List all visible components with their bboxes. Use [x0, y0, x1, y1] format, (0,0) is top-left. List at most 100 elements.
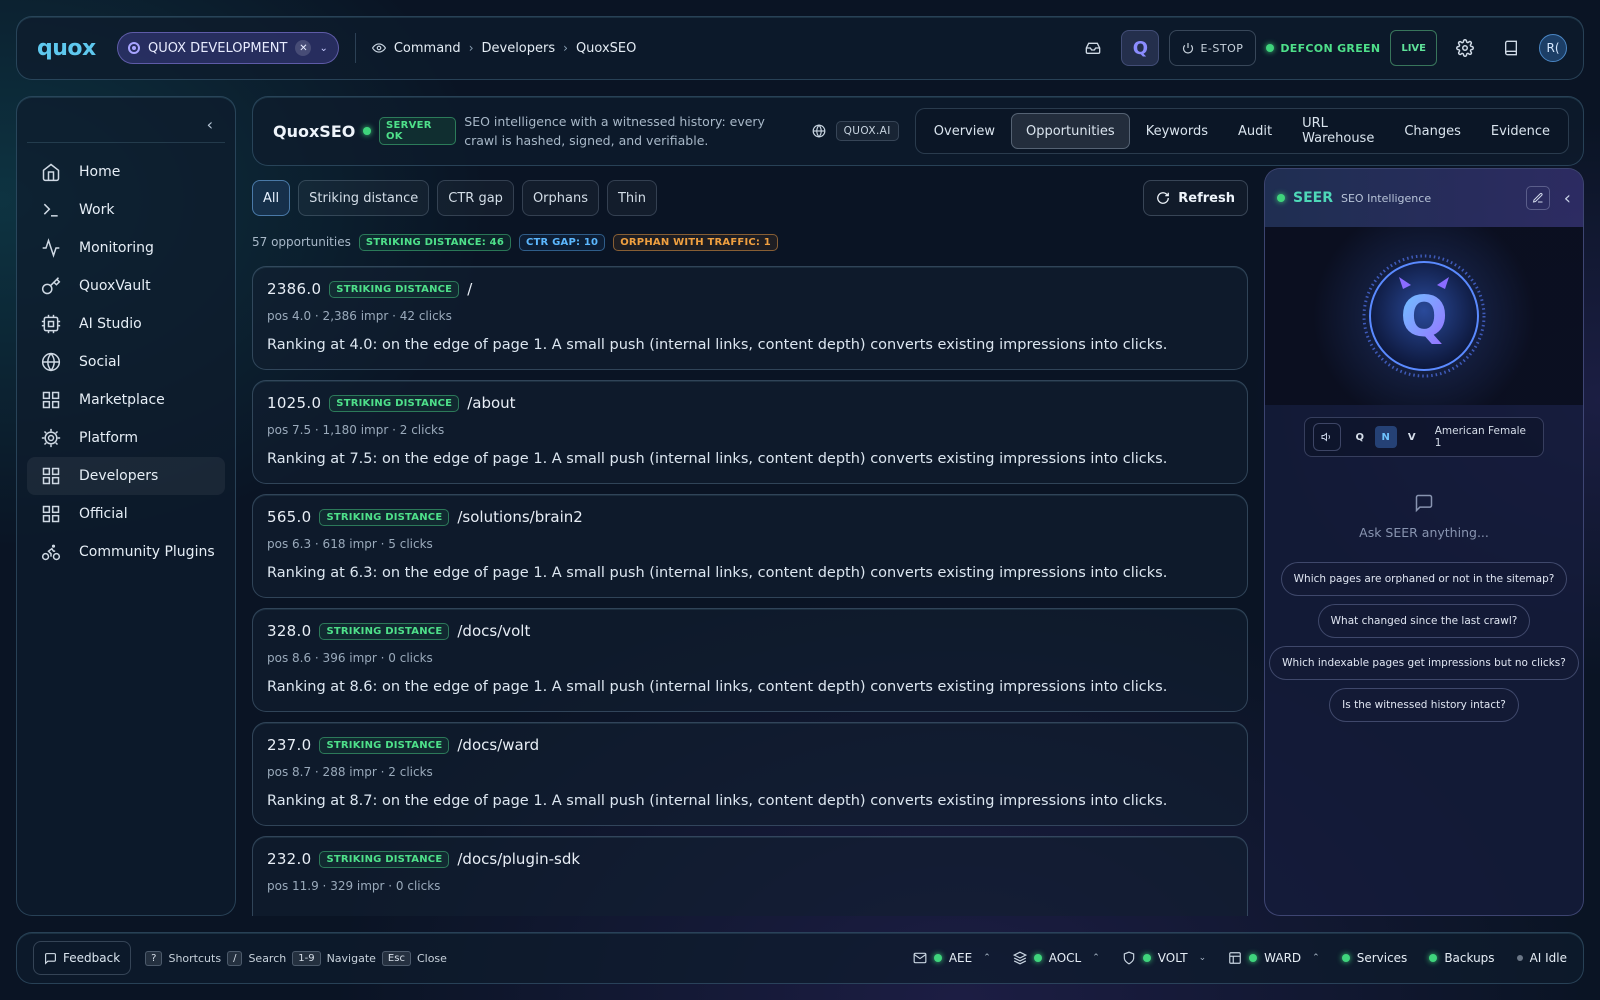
tab-keywords[interactable]: Keywords: [1132, 113, 1222, 149]
opportunity-reason: Ranking at 7.5: on the edge of page 1. A…: [267, 451, 1168, 467]
breadcrumb-quoxseo[interactable]: QuoxSEO: [576, 41, 636, 56]
sidebar-item-work[interactable]: Work: [27, 191, 225, 229]
quox-assistant-button[interactable]: Q: [1121, 30, 1160, 66]
filter-ctr-gap[interactable]: CTR gap: [437, 180, 514, 216]
sidebar-item-marketplace[interactable]: Marketplace: [27, 381, 225, 419]
voice-mode-q[interactable]: Q: [1349, 426, 1371, 448]
voice-mode-selector: Q N V: [1349, 426, 1423, 448]
shortcut-label[interactable]: Shortcuts: [168, 952, 221, 965]
filter-striking-distance[interactable]: Striking distance: [298, 180, 430, 216]
tab-evidence[interactable]: Evidence: [1477, 113, 1564, 149]
chevron-left-icon[interactable]: ‹: [1564, 188, 1571, 209]
seer-suggestion[interactable]: What changed since the last crawl?: [1317, 604, 1531, 638]
chevron-down-icon[interactable]: ⌄: [319, 43, 327, 54]
opportunity-path[interactable]: /docs/volt: [457, 622, 530, 640]
breadcrumb: Command › Developers › QuoxSEO: [371, 41, 636, 56]
service-label: WARD: [1264, 951, 1302, 965]
opportunity-path[interactable]: /solutions/brain2: [457, 508, 582, 526]
workspace-selector[interactable]: QUOX DEVELOPMENT ✕ ⌄: [117, 32, 339, 64]
service-status-bar: AEE ⌃ AOCL ⌃ VOLT ⌄ WARD ⌃ Services Back: [913, 951, 1567, 965]
edit-icon[interactable]: [1525, 186, 1550, 210]
chevron-left-icon[interactable]: ‹: [207, 115, 213, 134]
user-avatar[interactable]: R(: [1539, 34, 1567, 62]
tab-opportunities[interactable]: Opportunities: [1010, 113, 1130, 149]
opportunity-path[interactable]: /: [467, 280, 472, 298]
opportunity-card[interactable]: 328.0 STRIKING DISTANCE /docs/volt pos 8…: [252, 608, 1248, 712]
voice-mode-n[interactable]: N: [1374, 426, 1397, 448]
tab-url-warehouse[interactable]: URL Warehouse: [1288, 113, 1388, 149]
feedback-button[interactable]: Feedback: [33, 941, 132, 975]
gear-icon[interactable]: [1447, 30, 1483, 66]
speaker-icon[interactable]: [1313, 423, 1341, 451]
chevron-up-icon[interactable]: ⌃: [983, 953, 991, 963]
sidebar-item-community-plugins[interactable]: Community Plugins: [27, 533, 225, 571]
sidebar-item-home[interactable]: Home: [27, 153, 225, 191]
opportunity-path[interactable]: /docs/ward: [457, 736, 539, 754]
refresh-button[interactable]: Refresh: [1143, 180, 1248, 216]
eye-icon: [371, 41, 386, 55]
tab-changes[interactable]: Changes: [1390, 113, 1475, 149]
breadcrumb-command[interactable]: Command: [394, 41, 461, 56]
voice-mode-v[interactable]: V: [1401, 426, 1423, 448]
sidebar-item-official[interactable]: Official: [27, 495, 225, 533]
opportunity-score: 1025.0: [267, 394, 322, 412]
opportunity-path[interactable]: /docs/plugin-sdk: [457, 850, 580, 868]
sidebar-item-developers[interactable]: Developers: [27, 457, 225, 495]
seer-suggestion[interactable]: Which pages are orphaned or not in the s…: [1280, 562, 1568, 596]
opportunity-card[interactable]: 232.0 STRIKING DISTANCE /docs/plugin-sdk…: [252, 836, 1248, 916]
filter-all[interactable]: All: [252, 180, 291, 216]
chevron-down-icon[interactable]: ⌄: [1199, 953, 1207, 963]
inbox-icon[interactable]: [1075, 30, 1111, 66]
sidebar-item-social[interactable]: Social: [27, 343, 225, 381]
shortcut-key: Esc: [381, 950, 411, 966]
seer-suggestion[interactable]: Is the witnessed history intact?: [1329, 688, 1519, 722]
sidebar-item-ai-studio[interactable]: AI Studio: [27, 305, 225, 343]
service-aee[interactable]: AEE ⌃: [913, 951, 991, 965]
live-badge[interactable]: LIVE: [1390, 30, 1437, 66]
opportunity-path[interactable]: /about: [467, 394, 515, 412]
layers-icon: [1012, 951, 1027, 965]
power-icon: [1182, 42, 1194, 54]
breadcrumb-developers[interactable]: Developers: [482, 41, 556, 56]
seer-suggestion[interactable]: Which indexable pages get impressions bu…: [1269, 646, 1579, 680]
voice-name[interactable]: American Female 1: [1435, 425, 1535, 449]
shortcut-label[interactable]: Navigate: [327, 952, 376, 965]
service-services[interactable]: Services: [1341, 951, 1408, 965]
chevron-up-icon[interactable]: ⌃: [1312, 953, 1320, 963]
service-ward[interactable]: WARD ⌃: [1228, 951, 1320, 965]
close-icon[interactable]: ✕: [295, 40, 312, 56]
opportunity-card[interactable]: 565.0 STRIKING DISTANCE /solutions/brain…: [252, 494, 1248, 598]
opportunity-list: 2386.0 STRIKING DISTANCE / pos 4.0 · 2,3…: [252, 266, 1248, 916]
estop-button[interactable]: E-STOP: [1169, 30, 1257, 66]
shortcut-label[interactable]: Close: [417, 952, 447, 965]
service-backups[interactable]: Backups: [1429, 951, 1495, 965]
service-aocl[interactable]: AOCL ⌃: [1012, 951, 1100, 965]
opportunity-score: 328.0: [267, 622, 312, 640]
filter-thin[interactable]: Thin: [606, 180, 658, 216]
sidebar-item-platform[interactable]: Platform: [27, 419, 225, 457]
tab-audit[interactable]: Audit: [1224, 113, 1286, 149]
docs-icon[interactable]: [1493, 30, 1529, 66]
opportunity-card[interactable]: 237.0 STRIKING DISTANCE /docs/ward pos 8…: [252, 722, 1248, 826]
sidebar-item-label: Platform: [79, 430, 139, 446]
ctr-gap-count-badge: CTR GAP: 10: [518, 233, 606, 251]
opportunity-score: 232.0: [267, 850, 312, 868]
shortcut-label[interactable]: Search: [248, 952, 286, 965]
sidebar-item-monitoring[interactable]: Monitoring: [27, 229, 225, 267]
seer-header: SEER SEO Intelligence ‹: [1265, 169, 1583, 227]
quox-logo[interactable]: quox: [37, 36, 117, 61]
status-dot: [1429, 954, 1438, 962]
chevron-up-icon[interactable]: ⌃: [1092, 953, 1100, 963]
opportunity-card[interactable]: 1025.0 STRIKING DISTANCE /about pos 7.5 …: [252, 380, 1248, 484]
service-ai-idle[interactable]: AI Idle: [1516, 951, 1567, 965]
opportunity-card[interactable]: 2386.0 STRIKING DISTANCE / pos 4.0 · 2,3…: [252, 266, 1248, 370]
service-volt[interactable]: VOLT ⌄: [1122, 951, 1206, 965]
opportunity-score: 2386.0: [267, 280, 322, 298]
domain-badge[interactable]: QUOX.AI: [835, 121, 899, 141]
sidebar-item-quoxvault[interactable]: QuoxVault: [27, 267, 225, 305]
opportunity-meta: pos 7.5 · 1,180 impr · 2 clicks: [267, 423, 445, 437]
service-label: Services: [1356, 951, 1408, 965]
tab-overview[interactable]: Overview: [920, 113, 1009, 149]
filter-orphans[interactable]: Orphans: [521, 180, 599, 216]
opportunity-type-badge: STRIKING DISTANCE: [329, 280, 460, 298]
